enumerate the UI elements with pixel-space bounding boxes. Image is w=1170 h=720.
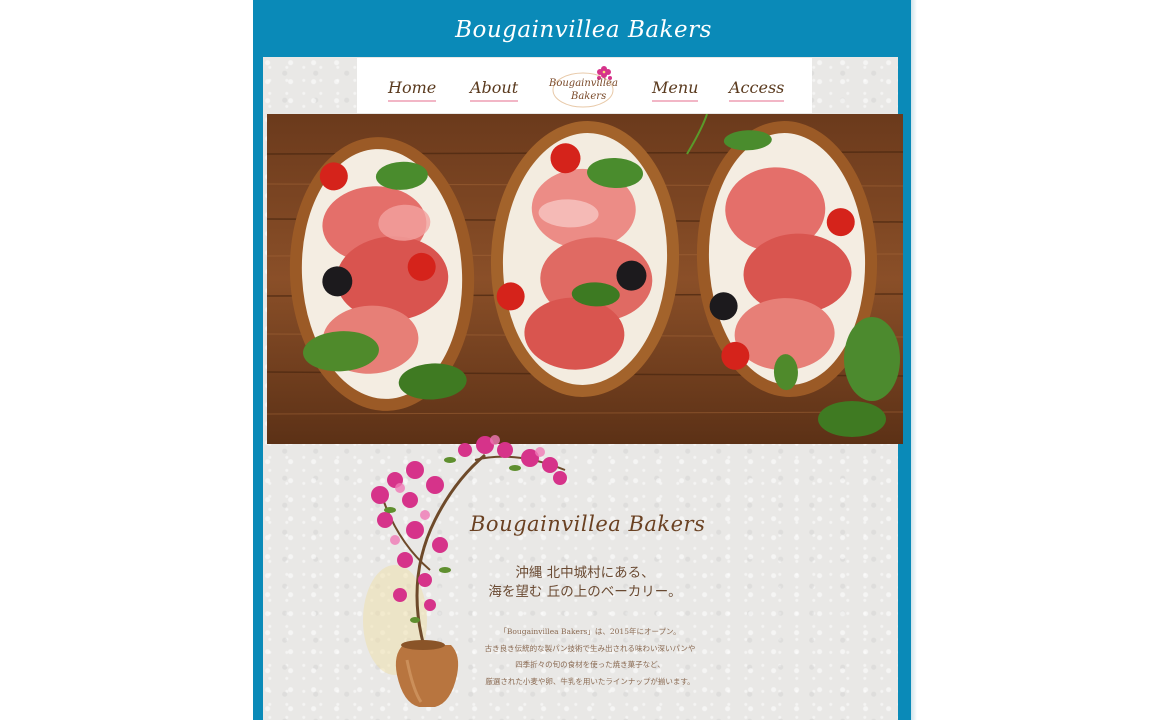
logo-line2: Bakers bbox=[571, 91, 607, 102]
nav-about[interactable]: About bbox=[470, 78, 519, 102]
intro-lead-line: 海を望む 丘の上のベーカリー。 bbox=[488, 584, 682, 600]
intro-title: Bougainvillea Bakers bbox=[470, 512, 706, 536]
intro-body-line: 古き良き伝統的な製パン技術で生み出される味わい深いパンや bbox=[484, 643, 696, 653]
nav-home[interactable]: Home bbox=[388, 78, 437, 102]
nav-menu[interactable]: Menu bbox=[652, 78, 699, 102]
hero-image bbox=[266, 113, 904, 444]
nav-access[interactable]: Access bbox=[729, 78, 785, 102]
intro-lead: 沖縄 北中城村にある、 海を望む 丘の上のベーカリー。 bbox=[470, 564, 700, 602]
intro-lead-line: 沖縄 北中城村にある、 bbox=[515, 565, 655, 581]
frame-shadow bbox=[911, 0, 917, 720]
intro-body-line: 「Bougainvillea Bakers」は、2015年にオープン。 bbox=[499, 627, 681, 636]
intro-body-line: 四季折々の旬の食材を使った焼き菓子など、 bbox=[515, 660, 665, 669]
main-navigation: Home About Bougainvillea Bakers Menu Acc… bbox=[357, 58, 812, 113]
nav-logo[interactable]: Bougainvillea Bakers bbox=[547, 62, 623, 110]
intro-body-line: 厳選された小麦や卵、牛乳を用いたラインナップが揃います。 bbox=[485, 676, 695, 686]
intro-body: 「Bougainvillea Bakers」は、2015年にオープン。 古き良き… bbox=[455, 624, 725, 690]
site-title[interactable]: Bougainvillea Bakers bbox=[253, 17, 914, 43]
bruschetta-photo-icon bbox=[266, 113, 904, 444]
logo-line1: Bougainvillea bbox=[549, 78, 618, 89]
